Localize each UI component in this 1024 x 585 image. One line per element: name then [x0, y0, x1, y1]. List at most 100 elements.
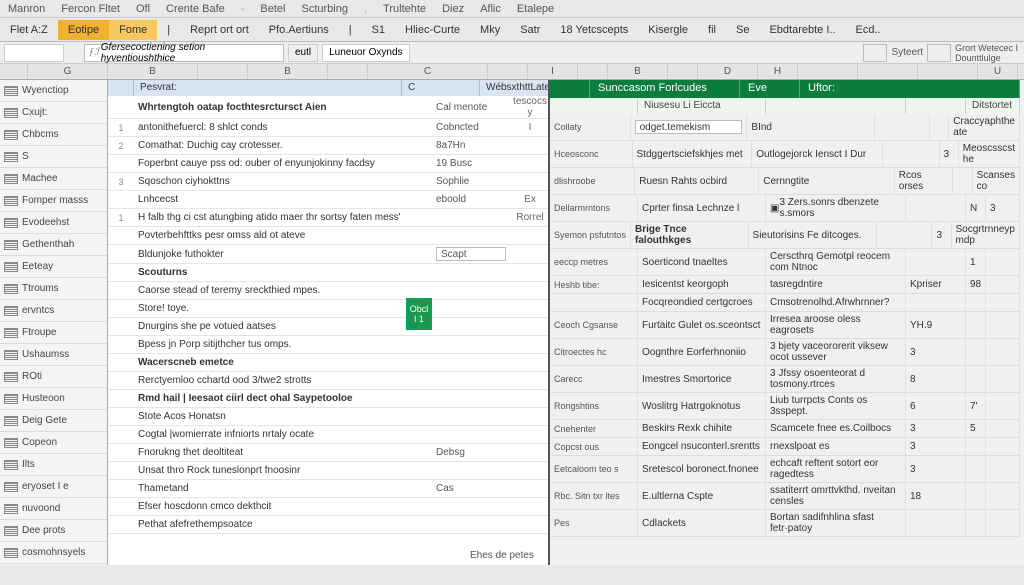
ribbon-tab[interactable]: Fome — [109, 20, 157, 40]
ribbon-tab[interactable]: 18 Yetcscepts — [550, 20, 638, 40]
table-row[interactable]: Pethat afefrethempsoatce — [108, 516, 550, 534]
rp-green-1[interactable]: Eve — [740, 80, 800, 98]
table-row[interactable]: Store! toye. — [108, 300, 550, 318]
menu-item[interactable]: Ofl — [136, 3, 150, 15]
ribbon-tab[interactable]: Ecd.. — [846, 20, 891, 40]
table-row[interactable]: Syemon psfutntosBrige Tnce falouthkgesSi… — [550, 222, 1020, 249]
left-nav-item[interactable]: Ttroums — [0, 278, 107, 300]
formula-btn-1[interactable]: eutl — [288, 44, 318, 62]
ribbon-tab[interactable]: Se — [726, 20, 759, 40]
left-nav-item[interactable]: Cxujt: — [0, 102, 107, 124]
table-row[interactable]: Efser hoscdonn cmco dekthcit — [108, 498, 550, 516]
rp-green-2[interactable]: Uftor: — [800, 80, 1020, 98]
table-row[interactable]: HceosconcStdggertsciefskhjes metOutlogej… — [550, 141, 1020, 168]
table-row[interactable]: Cogtal |womierrate infniorts nrtaly ocat… — [108, 426, 550, 444]
table-row[interactable]: 2Comathat: Duchig cay crotesser.8a7Hn — [108, 137, 550, 155]
left-nav-item[interactable]: Eeteay — [0, 256, 107, 278]
left-nav-item[interactable]: Evodeehst — [0, 212, 107, 234]
table-row[interactable]: Wacerscneb emetce — [108, 354, 550, 372]
menu-item[interactable]: Aflic — [480, 3, 501, 15]
pane-icon-1[interactable] — [863, 44, 887, 62]
name-box[interactable] — [4, 44, 64, 62]
left-nav-item[interactable]: Copeon — [0, 432, 107, 454]
table-row[interactable]: Unsat thro Rock tuneslonprt fnoosinr — [108, 462, 550, 480]
table-row[interactable]: RongshtinsWoslitrg HatrgoknotusLiub turr… — [550, 393, 1020, 420]
left-nav-item[interactable]: Ftroupe — [0, 322, 107, 344]
menu-item[interactable]: Diez — [442, 3, 464, 15]
menu-item[interactable]: Betel — [260, 3, 285, 15]
column-header[interactable]: G — [28, 64, 108, 79]
table-row[interactable]: Povterbehfttks pesr omss ald ot ateve — [108, 227, 550, 245]
table-row[interactable]: 1antonithefuercl: 8 shlct condsCobnctedI — [108, 119, 550, 137]
table-row[interactable]: DellarmrntonsCprter finsa Lechnze l▣ 3 Z… — [550, 195, 1020, 222]
table-row[interactable]: eeccp metresSoerticond tnaeltesCerscthrq… — [550, 249, 1020, 276]
ribbon-tab[interactable]: S1 — [362, 20, 395, 40]
table-row[interactable]: Rerctyemloo cchartd ood 3/twe2 strotts — [108, 372, 550, 390]
ribbon-tab[interactable]: Flet A:Z — [0, 20, 58, 40]
ribbon-tab[interactable]: Hliec-Curte — [395, 20, 470, 40]
left-nav-item[interactable]: cosmohnsyels — [0, 542, 107, 564]
ribbon-tab[interactable]: Pfo.Aertiuns — [259, 20, 339, 40]
left-nav-item[interactable]: Machee — [0, 168, 107, 190]
table-row[interactable]: dlishroobeRuesn Rahts ocbirdCernngtiteRc… — [550, 168, 1020, 195]
table-row[interactable]: Focqreondied certgcroesCmsotrenolhd.Afrw… — [550, 294, 1020, 312]
pane-icon-2[interactable] — [927, 44, 951, 62]
menu-item[interactable]: Crente Bafe — [166, 3, 225, 15]
left-nav-item[interactable]: Ilts — [0, 454, 107, 476]
column-header[interactable]: B — [108, 64, 198, 79]
table-row[interactable]: 3Sqoschon ciyhokttnsSophlie — [108, 173, 550, 191]
table-row[interactable]: Citroectes hcOognthre Eorferhnoniio3 bje… — [550, 339, 1020, 366]
menu-item[interactable]: Manron — [8, 3, 45, 15]
table-row[interactable]: Foperbnt cauye pss od: ouber of enyunjok… — [108, 155, 550, 173]
left-nav-item[interactable]: Wyenctiop — [0, 80, 107, 102]
left-nav-item[interactable]: Chbcms — [0, 124, 107, 146]
column-header[interactable] — [198, 64, 248, 79]
left-nav-item[interactable]: ervntcs — [0, 300, 107, 322]
column-header[interactable] — [668, 64, 698, 79]
formula-btn-2[interactable]: Luneuor Oxynds — [322, 44, 409, 62]
left-nav-item[interactable]: Deig Gete — [0, 410, 107, 432]
table-row[interactable]: Copcst ousEongcel nsuconterl.srenttsrnex… — [550, 438, 1020, 456]
menu-item[interactable]: Etalepe — [517, 3, 554, 15]
ribbon-tab[interactable]: fil — [698, 20, 726, 40]
column-header[interactable] — [798, 64, 858, 79]
column-header[interactable] — [918, 64, 978, 79]
column-header[interactable]: H — [758, 64, 798, 79]
ribbon-tab[interactable]: Reprt ort ort — [180, 20, 259, 40]
table-row[interactable]: Stote Acos Honatsn — [108, 408, 550, 426]
table-row[interactable]: PesCdlacketsBortan sadifnhlina sfast fet… — [550, 510, 1020, 537]
left-nav-item[interactable]: Fomper masss — [0, 190, 107, 212]
column-header[interactable] — [328, 64, 368, 79]
table-row[interactable]: Fnorukng thet deoltiteatDebsg — [108, 444, 550, 462]
column-header[interactable]: B — [608, 64, 668, 79]
left-nav-item[interactable]: S — [0, 146, 107, 168]
left-nav-item[interactable]: nuvoond — [0, 498, 107, 520]
green-accent-box[interactable]: Obcl l 1 — [406, 298, 432, 330]
table-row[interactable]: 1H falb thg ci cst atungbing atido maer … — [108, 209, 550, 227]
table-row[interactable]: Scouturns — [108, 264, 550, 282]
ribbon-tab[interactable]: | — [157, 20, 180, 40]
column-header[interactable] — [488, 64, 528, 79]
column-header[interactable] — [858, 64, 918, 79]
ribbon-tab[interactable]: Mky — [470, 20, 510, 40]
rp-green-0[interactable]: Sunccasom Forlcudes — [590, 80, 740, 98]
table-row[interactable]: Whrtengtoh oatap focthtesrctursct AienCa… — [108, 96, 550, 119]
left-nav-item[interactable]: eryoset I e — [0, 476, 107, 498]
column-header[interactable]: U — [978, 64, 1018, 79]
table-row[interactable]: ThametandCas — [108, 480, 550, 498]
inline-input[interactable]: Scapt — [436, 247, 506, 261]
column-header[interactable]: I — [528, 64, 578, 79]
column-header[interactable] — [0, 64, 28, 79]
menu-item[interactable]: Fercon Fltet — [61, 3, 120, 15]
table-row[interactable]: Rbc. Sitn txr ltesE.ultlerna Csptessatit… — [550, 483, 1020, 510]
formula-input[interactable]: ƒℐ Gfersecoctiening setion hyventioushth… — [84, 44, 284, 62]
ribbon-tab[interactable]: Satr — [510, 20, 550, 40]
cell-input[interactable]: odget.temekism — [635, 120, 743, 134]
ribbon-tab[interactable]: | — [339, 20, 362, 40]
column-header[interactable]: C — [368, 64, 488, 79]
table-row[interactable]: Collatyodget.temekismBIndCraccyaphthe at… — [550, 114, 1020, 141]
left-nav-item[interactable]: ROti — [0, 366, 107, 388]
table-row[interactable]: Bpess jn Porp sitijthcher tus omps. — [108, 336, 550, 354]
table-row[interactable]: Bldunjoke futhokterScapt — [108, 245, 550, 264]
table-row[interactable]: Eetcaloom teo sSretescol boronect.fnonee… — [550, 456, 1020, 483]
